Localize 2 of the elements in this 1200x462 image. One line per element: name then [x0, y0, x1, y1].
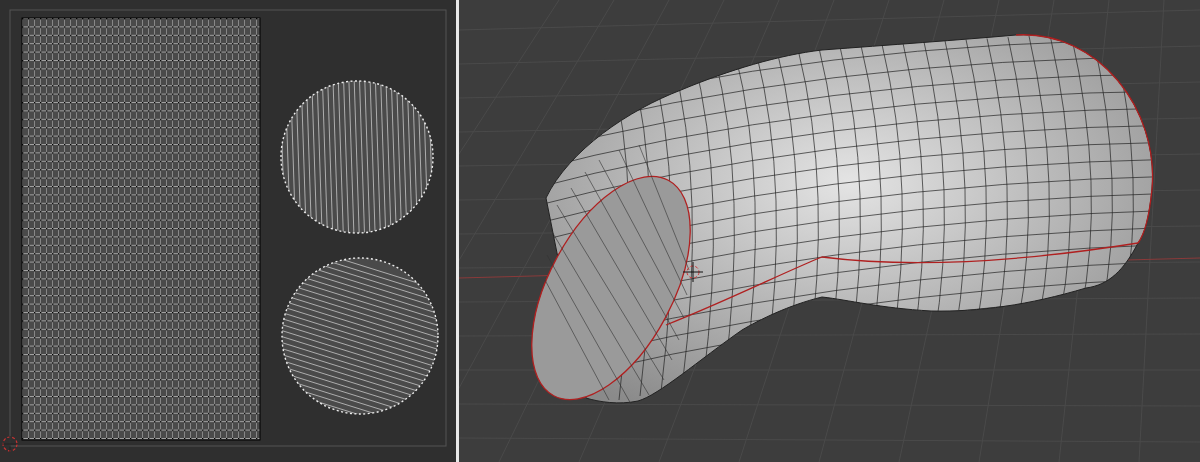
3d-cursor-icon	[682, 261, 704, 283]
2d-cursor-icon	[1, 435, 19, 453]
